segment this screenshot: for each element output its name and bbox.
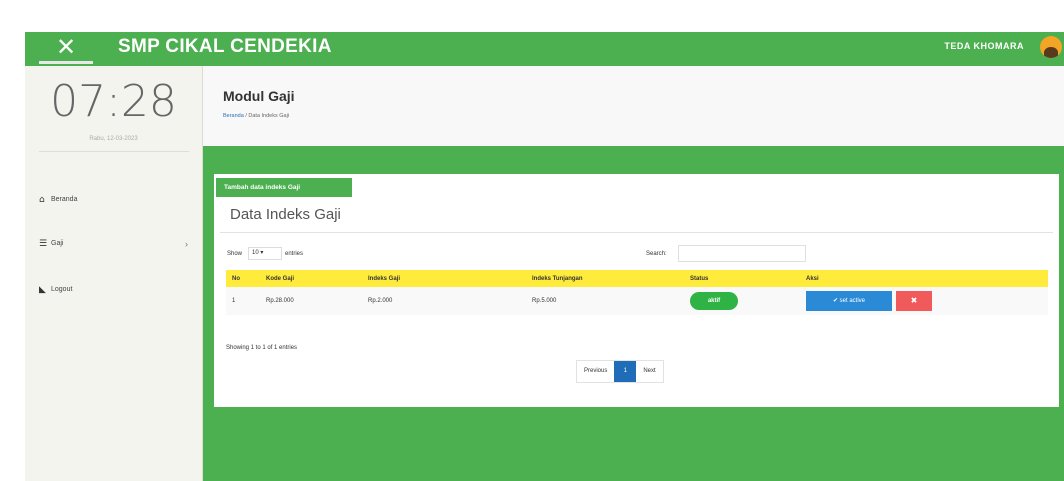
page-button-1[interactable]: 1 bbox=[614, 361, 637, 382]
breadcrumb-link[interactable]: Beranda bbox=[223, 113, 244, 119]
kode-gaji-cell: Rp.28.000 bbox=[266, 298, 294, 304]
set-active-button[interactable]: ✔ set active bbox=[806, 291, 892, 311]
column-header[interactable]: Kode Gaji bbox=[260, 270, 362, 287]
sidebar-divider bbox=[39, 151, 189, 152]
table-row: 1 Rp.28.000 Rp.2.000 Rp.5.000 aktif ✔ se… bbox=[226, 287, 1048, 315]
show-label: Show bbox=[227, 251, 243, 257]
next-page-button[interactable]: Next bbox=[636, 361, 662, 382]
status-cell: aktif bbox=[684, 287, 800, 315]
times-icon: ✖ bbox=[910, 296, 918, 305]
pagination: Previous 1 Next bbox=[576, 360, 664, 383]
column-header[interactable]: Indeks Tunjangan bbox=[526, 270, 684, 287]
home-icon: ⌂ bbox=[39, 195, 45, 205]
entries-select-value: 10 bbox=[252, 250, 259, 256]
salary-index-table: No Kode Gaji Indeks Gaji Indeks Tunjanga… bbox=[226, 270, 1048, 315]
tab-add-salary-index[interactable]: Tambah data indeks Gaji bbox=[215, 177, 353, 197]
app-window: ✕ SMP CIKAL CENDEKIA TEDA KHOMARA 07:28 … bbox=[25, 32, 1064, 481]
sidebar-item-gaji[interactable]: ☰ Gaji › bbox=[25, 234, 202, 254]
sidebar-item-logout[interactable]: ◣ Logout bbox=[25, 280, 202, 300]
delete-button[interactable]: ✖ bbox=[896, 291, 932, 311]
previous-page-button[interactable]: Previous bbox=[577, 361, 614, 382]
indeks-tunjangan-cell: Rp.5.000 bbox=[532, 298, 557, 304]
avatar[interactable] bbox=[1040, 36, 1062, 58]
sidebar-item-label: Beranda bbox=[51, 196, 78, 203]
content-header: Modul Gaji Beranda / Data Indeks Gaji bbox=[203, 66, 1064, 146]
logout-icon: ◣ bbox=[39, 285, 46, 295]
search-label: Search: bbox=[646, 251, 667, 257]
page-title: Modul Gaji bbox=[223, 88, 295, 104]
column-header[interactable]: No bbox=[226, 270, 260, 287]
brand-title: SMP CIKAL CENDEKIA bbox=[118, 36, 332, 57]
sidebar-item-label: Logout bbox=[51, 286, 73, 293]
sidebar-item-beranda[interactable]: ⌂ Beranda bbox=[25, 190, 202, 210]
panel-divider bbox=[220, 232, 1053, 233]
search-input[interactable] bbox=[678, 245, 806, 262]
close-underline bbox=[39, 61, 93, 64]
user-name[interactable]: TEDA KHOMARA bbox=[944, 41, 1024, 51]
column-header[interactable]: Status bbox=[684, 270, 800, 287]
entries-label: entries bbox=[285, 251, 304, 257]
table-header-row: No Kode Gaji Indeks Gaji Indeks Tunjanga… bbox=[226, 270, 1048, 287]
indeks-gaji-cell: Rp.2.000 bbox=[368, 298, 393, 304]
breadcrumb: Beranda / Data Indeks Gaji bbox=[223, 113, 289, 119]
data-panel: Data Indeks Gaji Show 10 ▾ entries Searc… bbox=[214, 174, 1059, 407]
sidebar-item-label: Gaji bbox=[51, 240, 64, 247]
entries-select[interactable]: 10 ▾ bbox=[248, 247, 282, 260]
status-badge[interactable]: aktif bbox=[690, 292, 738, 310]
breadcrumb-current: / Data Indeks Gaji bbox=[243, 113, 290, 119]
panel-title: Data Indeks Gaji bbox=[230, 206, 341, 223]
chevron-right-icon: › bbox=[185, 239, 188, 249]
column-header[interactable]: Aksi bbox=[800, 270, 1048, 287]
clock: 07:28 bbox=[50, 76, 177, 127]
list-icon: ☰ bbox=[39, 239, 48, 249]
clock-date: Rabu, 12-03-2023 bbox=[89, 136, 138, 142]
row-number: 1 bbox=[232, 298, 236, 304]
column-header[interactable]: Indeks Gaji bbox=[362, 270, 526, 287]
action-cell: ✔ set active ✖ bbox=[800, 287, 1048, 315]
top-bar: ✕ SMP CIKAL CENDEKIA TEDA KHOMARA bbox=[25, 32, 1064, 64]
close-icon[interactable]: ✕ bbox=[39, 33, 93, 62]
table-info: Showing 1 to 1 of 1 entries bbox=[226, 345, 298, 351]
sidebar: 07:28 Rabu, 12-03-2023 ⌂ Beranda ☰ Gaji … bbox=[25, 66, 203, 481]
